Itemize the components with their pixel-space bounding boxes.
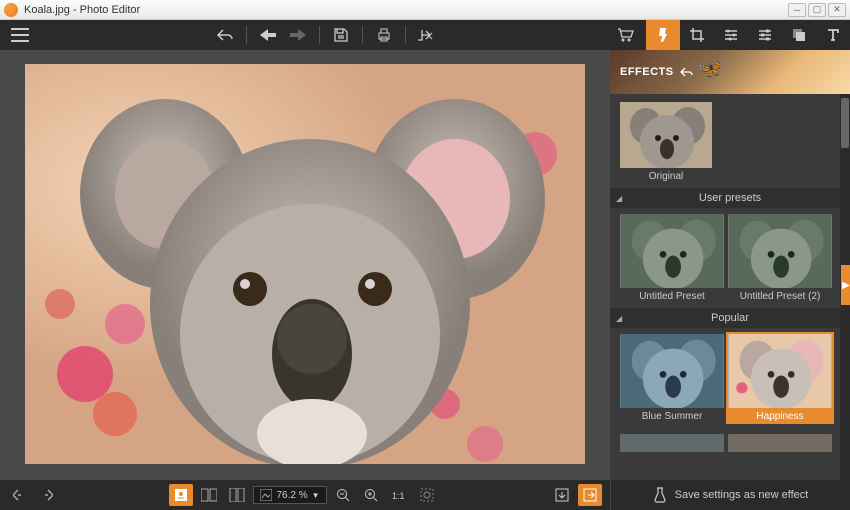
next-image-button[interactable] [34,484,58,506]
export-button[interactable] [578,484,602,506]
preset-item[interactable] [726,432,834,454]
save-effect-label: Save settings as new effect [675,489,809,501]
view-compare-h-button[interactable] [197,484,221,506]
tab-overlay[interactable] [782,20,816,50]
tab-adjust[interactable] [714,20,748,50]
preset-item[interactable] [618,432,726,454]
tab-effects[interactable] [646,20,680,50]
section-title: Popular [711,312,749,324]
scroll-thumb[interactable] [841,98,849,148]
preset-label: Untitled Preset [639,291,705,302]
window-close-button[interactable]: ✕ [828,3,846,17]
section-title: User presets [699,192,761,204]
preset-label: Blue Summer [642,411,703,422]
flask-icon [653,487,667,503]
chevron-down-icon: ▼ [312,491,320,500]
preset-untitled-1[interactable]: Untitled Preset [618,212,726,304]
view-single-button[interactable] [169,484,193,506]
zoom-display[interactable]: 76.2 % ▼ [253,486,326,504]
effects-header-label: EFFECTS [620,66,674,78]
tab-crop[interactable] [680,20,714,50]
preset-label: Happiness [756,411,803,422]
bottom-toolbar: 76.2 % ▼ 1:1 Save settings as new effect [0,480,850,510]
right-tab-strip [646,20,850,50]
save-effect-button[interactable]: Save settings as new effect [610,480,850,510]
top-toolbar [0,20,850,50]
menu-button[interactable] [0,20,40,50]
preset-happiness[interactable]: Happiness [726,332,834,424]
panel-expand-button[interactable]: ▶ [841,265,850,305]
main-image [25,64,585,464]
prev-image-button[interactable] [8,484,32,506]
collapse-icon: ◢ [616,194,622,203]
image-icon [260,489,272,501]
section-popular[interactable]: ◢ Popular [610,308,850,328]
zoom-in-button[interactable] [359,484,383,506]
main-area: EFFECTS 🦋 Ori [0,50,850,480]
effects-undo-button[interactable] [680,66,694,78]
separator [319,26,320,44]
print-button[interactable] [371,22,397,48]
window-minimize-button[interactable]: ─ [788,3,806,17]
back-button[interactable] [255,22,281,48]
window-maximize-button[interactable]: ▢ [808,3,826,17]
svg-text:1:1: 1:1 [392,491,405,501]
preset-blue-summer[interactable]: Blue Summer [618,332,726,424]
zoom-100-button[interactable]: 1:1 [387,484,411,506]
effects-scroll-area[interactable]: Original ◢ User presets Untitled Preset … [610,94,850,480]
separator [405,26,406,44]
window-titlebar: Koala.jpg - Photo Editor ─ ▢ ✕ [0,0,850,20]
zoom-out-button[interactable] [331,484,355,506]
section-user-presets[interactable]: ◢ User presets [610,188,850,208]
preset-untitled-2[interactable]: Untitled Preset (2) [726,212,834,304]
zoom-fit-button[interactable] [415,484,439,506]
preset-label: Untitled Preset (2) [740,291,821,302]
preset-original[interactable]: Original [618,100,714,184]
canvas-area[interactable] [0,50,610,480]
preset-thumb [620,102,712,168]
tab-text[interactable] [816,20,850,50]
forward-button[interactable] [285,22,311,48]
separator [246,26,247,44]
undo-button[interactable] [212,22,238,48]
tab-settings[interactable] [748,20,782,50]
cart-button[interactable] [612,22,638,48]
window-title: Koala.jpg - Photo Editor [24,4,140,16]
zoom-value: 76.2 % [276,490,307,501]
import-button[interactable] [550,484,574,506]
butterfly-decoration-icon: 🦋 [698,56,723,81]
app-logo-icon [4,3,18,17]
save-button[interactable] [328,22,354,48]
preset-label: Original [649,171,683,182]
effects-panel-header: EFFECTS 🦋 [610,50,850,94]
share-button[interactable] [414,22,440,48]
collapse-icon: ◢ [616,314,622,323]
separator [362,26,363,44]
view-compare-v-button[interactable] [225,484,249,506]
effects-panel: EFFECTS 🦋 Ori [610,50,850,480]
